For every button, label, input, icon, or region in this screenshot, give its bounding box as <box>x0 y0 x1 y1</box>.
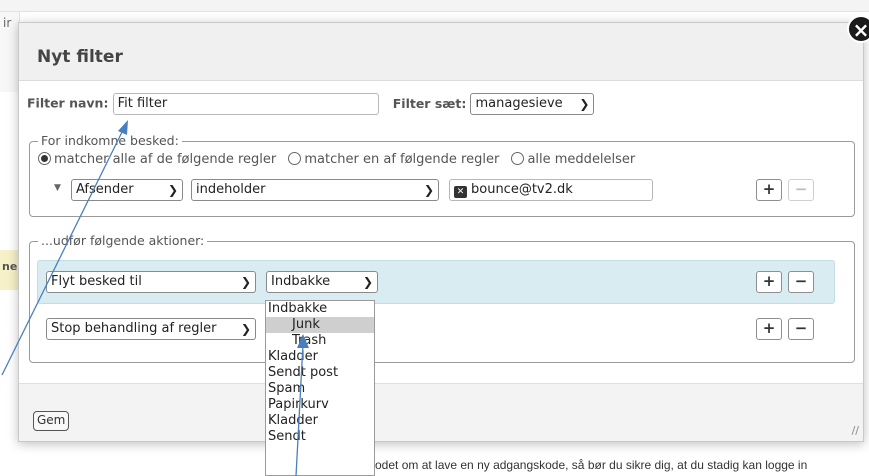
dialog-title: Nyt filter <box>37 47 123 67</box>
match-all-radio[interactable]: matcher alle af de følgende regler <box>38 152 276 167</box>
filter-set-value: managesieve <box>475 96 563 111</box>
dialog-footer: Gem // <box>19 383 863 441</box>
rule-operator-select[interactable]: indeholder ❯ <box>191 179 439 201</box>
radio-checked-icon <box>38 152 51 165</box>
target-folder-select[interactable]: Indbakke ❯ <box>266 271 378 293</box>
actions-box: ...udfør følgende aktioner: Flyt besked … <box>29 233 855 363</box>
remove-rule-button: − <box>788 179 814 201</box>
dropdown-option[interactable]: Sendt <box>266 429 374 445</box>
background-top-bar <box>0 0 869 12</box>
radio-unchecked-icon <box>288 152 302 165</box>
close-icon[interactable]: × <box>847 15 869 43</box>
incoming-rules-box: For indkomne besked: matcher alle af de … <box>29 133 855 217</box>
dropdown-option[interactable]: Kladder <box>266 413 374 429</box>
rule-value-input[interactable]: ✕ bounce@tv2.dk <box>449 179 653 201</box>
match-all-messages-radio[interactable]: alle meddelelser <box>511 152 635 167</box>
action-row: Flyt besked til ❯ Indbakke ❯ + − <box>37 260 835 304</box>
dropdown-option-highlighted[interactable]: Junk <box>266 317 374 333</box>
folder-dropdown-list: Indbakke Junk Trash Kladder Sendt post S… <box>265 300 375 476</box>
dropdown-option[interactable]: Indbakke <box>266 301 374 317</box>
add-rule-button[interactable]: + <box>756 179 782 201</box>
add-action-button[interactable]: + <box>756 271 782 293</box>
background-left-notice: ne <box>0 250 20 290</box>
match-options: matcher alle af de følgende regler match… <box>38 152 635 167</box>
filter-set-label: Filter sæt: <box>392 95 467 111</box>
chevron-down-icon: ❯ <box>167 183 178 197</box>
radio-unchecked-icon <box>511 152 525 165</box>
save-button[interactable]: Gem <box>33 411 70 431</box>
dropdown-option[interactable]: Papirkurv <box>266 397 374 413</box>
rule-header-select[interactable]: Afsender ❯ <box>71 179 183 201</box>
chevron-down-icon: ❯ <box>423 183 434 197</box>
chevron-down-icon: ❯ <box>579 97 590 111</box>
filter-name-row: Filter navn: Fit filter Filter sæt: mana… <box>27 93 595 117</box>
dialog-header: Nyt filter <box>19 23 863 81</box>
incoming-legend: For indkomne besked: <box>38 133 182 148</box>
chevron-down-icon: ❯ <box>362 275 373 289</box>
background-message-text: odet om at lave en ny adgangskode, så bø… <box>375 458 808 472</box>
dropdown-option[interactable]: Sendt post <box>266 365 374 381</box>
dropdown-option[interactable]: Kladder <box>266 349 374 365</box>
dropdown-option[interactable]: Spam <box>266 381 374 397</box>
rule-expand-icon[interactable]: ▼ <box>54 183 61 193</box>
action-select[interactable]: Flyt besked til ❯ <box>46 271 256 293</box>
filter-dialog: Nyt filter × Filter navn: Fit filter Fil… <box>18 15 869 442</box>
delete-icon[interactable]: ✕ <box>454 186 467 198</box>
filter-set-select[interactable]: managesieve ❯ <box>470 93 595 115</box>
dropdown-option[interactable]: Trash <box>266 333 374 349</box>
match-any-radio[interactable]: matcher en af følgende regler <box>288 152 499 167</box>
filter-name-label: Filter navn: <box>27 95 109 111</box>
chevron-down-icon: ❯ <box>240 322 251 336</box>
add-action-button-2[interactable]: + <box>756 318 782 340</box>
resize-handle-icon[interactable]: // <box>852 424 859 437</box>
action-select-2[interactable]: Stop behandling af regler ❯ <box>46 318 256 340</box>
remove-action-button[interactable]: − <box>788 271 814 293</box>
chevron-down-icon: ❯ <box>240 275 251 289</box>
remove-action-button-2[interactable]: − <box>788 318 814 340</box>
background-left-panel: ir <box>0 12 20 92</box>
filter-name-input[interactable]: Fit filter <box>112 93 379 115</box>
actions-legend: ...udfør følgende aktioner: <box>38 233 208 248</box>
